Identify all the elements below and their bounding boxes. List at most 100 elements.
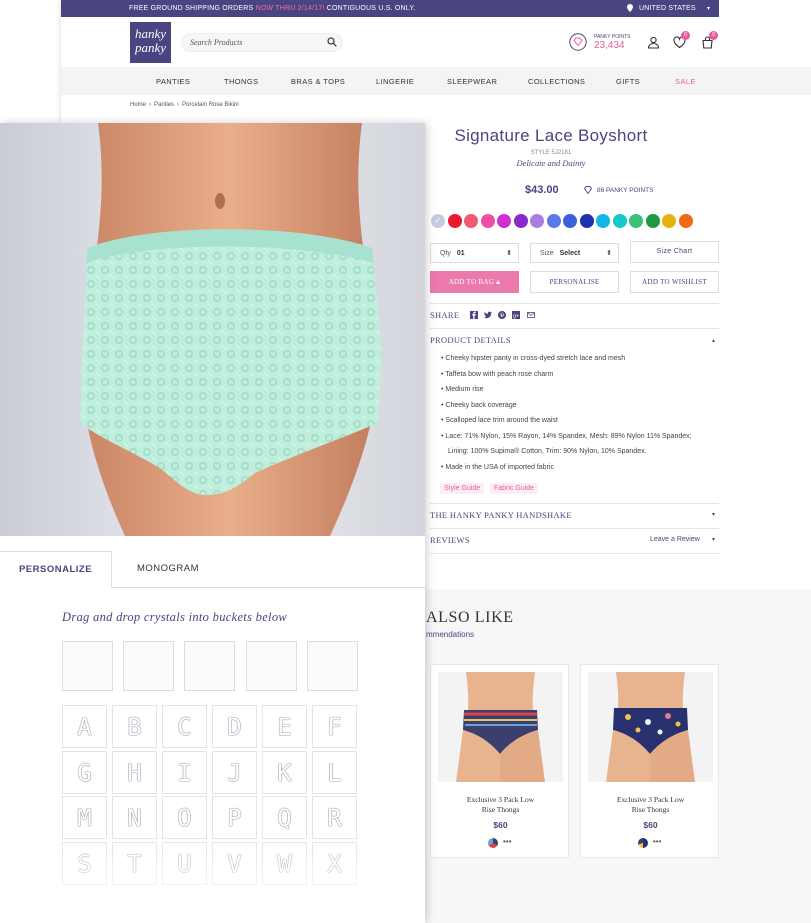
add-to-bag-button[interactable]: ADD TO BAG 🔒︎ [430,271,519,293]
crystal-bucket[interactable] [307,641,358,691]
detail-item: • Taffeta bow with peach rose charm [441,371,554,378]
add-to-wishlist-button[interactable]: ADD TO WISHLIST [630,271,719,293]
nav-gifts[interactable]: GIFTS [616,77,640,86]
color-swatch[interactable] [480,214,495,228]
crystal-letter[interactable]: O [162,796,207,839]
card-price: $60 [493,820,508,830]
card-name[interactable]: Exclusive 3 Pack Low Rise Thongs [581,795,720,815]
nav-thongs[interactable]: THONGS [224,77,258,86]
crystal-letter[interactable]: I [162,750,207,794]
crystal-letter[interactable]: B [112,705,157,748]
nav-collections[interactable]: COLLECTIONS [528,77,585,86]
crystal-letter[interactable]: C [162,705,207,748]
crystal-bucket[interactable] [184,641,235,691]
product-image[interactable] [438,672,563,782]
size-chart-link[interactable]: Size Chart [630,241,719,263]
divider [430,553,719,554]
product-card[interactable]: Exclusive 3 Pack Low Rise Thongs $60 ••• [430,664,569,858]
crystal-letter[interactable]: P [212,796,257,839]
tab-personalize[interactable]: PERSONALIZE [0,551,112,588]
breadcrumb-home[interactable]: Home [130,102,146,108]
color-swatch[interactable] [546,214,561,228]
crystal-letter[interactable]: J [212,750,257,794]
color-swatch[interactable] [662,214,676,228]
color-swatch[interactable] [447,214,462,228]
more-colors-icon[interactable]: ••• [653,837,661,846]
crystal-letter[interactable]: E [262,705,307,748]
tab-monogram[interactable]: MONOGRAM [112,551,224,588]
color-swatch[interactable] [464,214,478,228]
crystal-letter[interactable]: Q [262,796,307,839]
crystal-letter[interactable]: M [62,796,107,839]
handshake-toggle[interactable]: THE HANKY PANKY HANDSHAKE [430,510,572,520]
location-pin-icon [627,4,633,12]
detail-text: Taffeta bow with peach rose charm [445,371,554,378]
chevron-down-icon[interactable]: ▾ [712,536,715,543]
size-select[interactable]: Size Select ⬍ [530,243,619,263]
search-input[interactable]: Search Products [181,33,343,52]
crystal-bucket[interactable] [123,641,174,691]
nav-sleepwear[interactable]: SLEEPWEAR [447,77,497,86]
product-price: $43.00 [525,184,559,196]
recommendations-subtitle[interactable]: mmendations [426,630,474,639]
crystal-bucket[interactable] [62,641,113,691]
nav-panties[interactable]: PANTIES [156,77,190,86]
fabric-guide-link[interactable]: Fabric Guide [490,483,539,494]
email-icon[interactable] [527,311,535,319]
account-icon[interactable] [647,36,660,49]
style-guide-link[interactable]: Style Guide [440,483,485,494]
nav-sale[interactable]: SALE [675,77,696,86]
nav-lingerie[interactable]: LINGERIE [376,77,414,86]
color-swatch[interactable] [497,214,511,228]
color-swatch[interactable] [629,214,643,228]
more-colors-icon[interactable]: ••• [503,837,511,846]
product-card[interactable]: Exclusive 3 Pack Low Rise Thongs $60 ••• [580,664,719,858]
crystal-letter[interactable]: L [312,750,357,794]
color-option-swatch[interactable] [638,838,648,848]
product-image[interactable] [588,672,713,782]
chevron-down-icon[interactable]: ▾ [707,5,710,12]
pinterest-icon[interactable] [498,311,506,319]
chevron-down-icon[interactable]: ▾ [712,511,715,518]
crystal-letter[interactable]: H [112,750,157,794]
product-details-toggle[interactable]: PRODUCT DETAILS [430,335,511,345]
crystal-letter[interactable]: A [62,705,107,748]
crystal-letter[interactable]: N [112,796,157,839]
color-swatch[interactable] [563,214,577,228]
breadcrumb-panties[interactable]: Panties [154,102,174,108]
logo-line-1: hanky [134,26,167,41]
crystal-letter[interactable]: D [212,705,257,748]
crystal-letter[interactable]: R [312,796,357,839]
detail-text: Made in the USA of imported fabric [445,464,554,471]
google-plus-icon[interactable]: g+ [512,311,520,319]
personalise-button[interactable]: PERSONALISE [530,271,619,293]
color-swatch[interactable] [596,214,610,228]
crystal-letter[interactable]: F [312,705,357,748]
qty-select[interactable]: Qty 01 ⬍ [430,243,519,263]
card-name[interactable]: Exclusive 3 Pack Low Rise Thongs [431,795,570,815]
color-swatch[interactable] [645,214,660,228]
detail-text: Cheeky hipster panty in cross-dyed stret… [445,355,626,362]
brand-logo[interactable]: hanky panky [130,22,171,63]
color-option-swatch[interactable] [488,838,498,848]
chevron-up-icon[interactable]: ▴ [712,337,715,344]
points-diamond-icon[interactable] [569,33,587,51]
color-swatch[interactable] [530,214,544,228]
twitter-icon[interactable] [484,311,492,319]
color-swatch[interactable] [612,214,627,228]
nav-bras-tops[interactable]: BRAS & TOPS [291,77,345,86]
crystal-letter[interactable]: K [262,750,307,794]
color-swatch[interactable]: ✓ [431,214,445,228]
add-to-bag-label: ADD TO BAG [448,278,495,286]
wishlist-count-badge: 0 [681,31,690,40]
search-icon[interactable] [327,37,337,47]
leave-review-link[interactable]: Leave a Review [650,536,700,543]
crystal-bucket[interactable] [246,641,297,691]
color-swatch[interactable] [678,214,693,228]
crystal-letter[interactable]: G [62,750,107,794]
country-selector[interactable]: UNITED STATES [639,5,696,12]
color-swatch[interactable] [513,214,528,228]
reviews-toggle[interactable]: REVIEWS [430,535,470,545]
color-swatch[interactable] [579,214,594,228]
facebook-icon[interactable] [470,311,478,319]
